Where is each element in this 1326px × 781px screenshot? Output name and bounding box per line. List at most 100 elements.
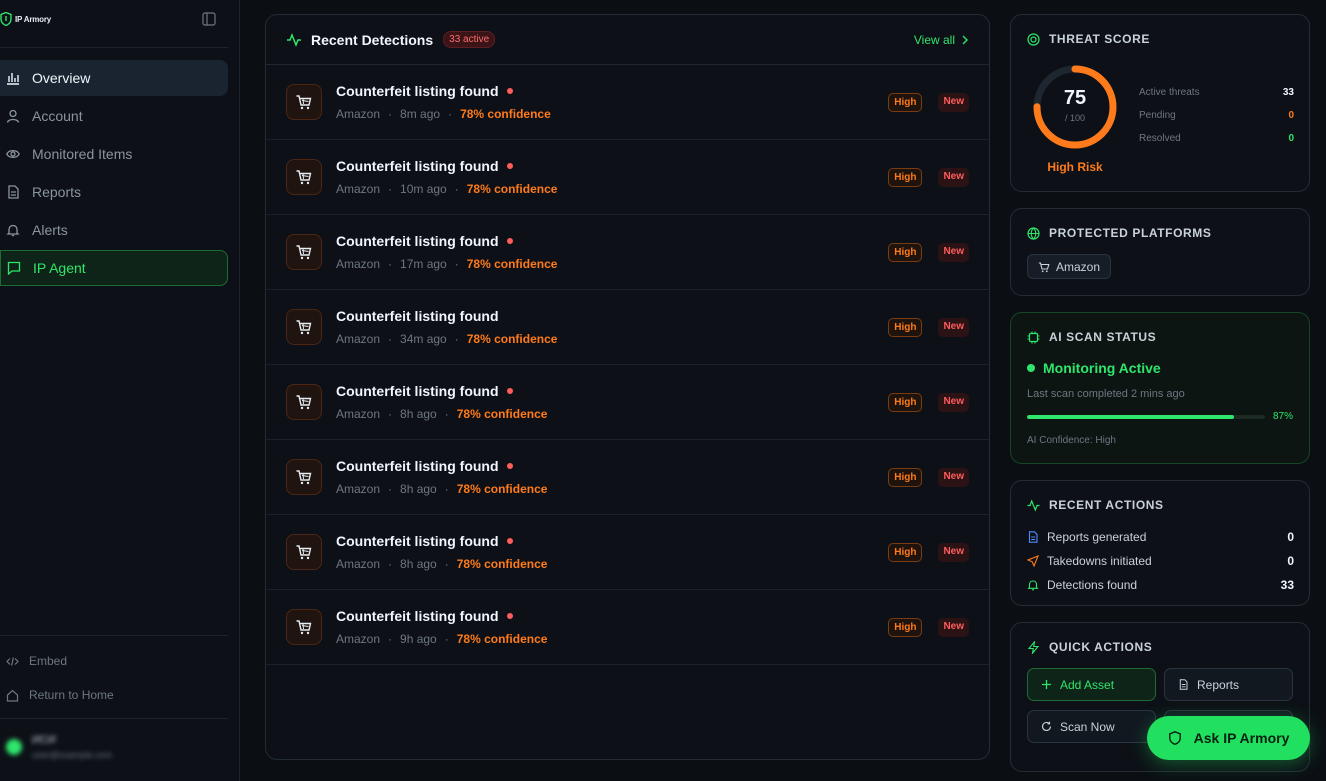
chevron-right-icon bbox=[962, 35, 968, 44]
shopping-cart-icon bbox=[296, 470, 312, 485]
separator-dot: · bbox=[454, 332, 459, 346]
brand-name: IP Armory bbox=[15, 14, 51, 24]
status-badge: New bbox=[938, 393, 969, 412]
sidebar-toggle-icon[interactable] bbox=[202, 12, 216, 26]
detection-title: Counterfeit listing found bbox=[336, 608, 499, 624]
code-icon bbox=[6, 656, 19, 666]
reports-button[interactable]: Reports bbox=[1164, 668, 1293, 701]
detection-meta: Amazon · 8h ago · 78% confidence bbox=[336, 407, 547, 421]
eye-icon bbox=[6, 149, 20, 159]
detection-confidence: 78% confidence bbox=[456, 632, 548, 646]
return-home-link[interactable]: Return to Home bbox=[0, 684, 228, 706]
platform-chip-amazon[interactable]: Amazon bbox=[1027, 254, 1112, 279]
active-count-badge: 33 active bbox=[443, 31, 496, 48]
stat-value: 33 bbox=[1282, 87, 1294, 98]
detection-row[interactable]: Counterfeit listing found Amazon · 17m a… bbox=[266, 215, 989, 290]
detection-icon-box bbox=[286, 459, 322, 495]
detection-title-line: Counterfeit listing found bbox=[336, 83, 551, 99]
scan-title: AI SCAN STATUS bbox=[1049, 330, 1157, 344]
unread-dot bbox=[506, 238, 513, 244]
add-asset-button[interactable]: Add Asset bbox=[1027, 668, 1156, 701]
detection-icon-box bbox=[286, 309, 322, 345]
unread-dot bbox=[506, 538, 513, 544]
separator-dot: · bbox=[448, 107, 453, 121]
avatar bbox=[6, 739, 22, 755]
detection-row[interactable]: Counterfeit listing found Amazon · 34m a… bbox=[266, 290, 989, 365]
detection-row[interactable]: Counterfeit listing found Amazon · 8h ag… bbox=[266, 365, 989, 440]
lightning-icon bbox=[1027, 640, 1040, 654]
detection-confidence: 78% confidence bbox=[466, 182, 558, 196]
threat-score-max: / 100 bbox=[1064, 113, 1086, 123]
detections-title: Recent Detections bbox=[311, 31, 434, 48]
sidebar-item-alerts[interactable]: Alerts bbox=[0, 212, 228, 248]
detection-title: Counterfeit listing found bbox=[336, 83, 499, 99]
detection-meta: Amazon · 17m ago · 78% confidence bbox=[336, 257, 557, 271]
detection-row[interactable]: Counterfeit listing found Amazon · 8h ag… bbox=[266, 515, 989, 590]
detection-meta: Amazon · 34m ago · 78% confidence bbox=[336, 332, 557, 346]
detection-confidence: 78% confidence bbox=[466, 332, 558, 346]
detection-icon-box bbox=[286, 234, 322, 270]
stat-label: Pending bbox=[1139, 110, 1176, 121]
action-detections-found: Detections found 33 bbox=[1027, 573, 1294, 597]
shopping-cart-icon bbox=[296, 395, 312, 410]
sidebar-item-account[interactable]: Account bbox=[0, 98, 228, 134]
detection-icon-box bbox=[286, 534, 322, 570]
view-all-link[interactable]: View all bbox=[914, 33, 969, 47]
ask-ip-armory-button[interactable]: Ask IP Armory bbox=[1147, 716, 1310, 760]
stat-value: 0 bbox=[1288, 110, 1294, 121]
detection-icon-box bbox=[286, 609, 322, 645]
return-home-label: Return to Home bbox=[29, 688, 114, 702]
detection-title: Counterfeit listing found bbox=[336, 233, 499, 249]
quick-actions-title: QUICK ACTIONS bbox=[1049, 640, 1153, 654]
detection-meta: Amazon · 8m ago · 78% confidence bbox=[336, 107, 551, 121]
send-icon bbox=[1027, 555, 1039, 567]
detection-meta: Amazon · 9h ago · 78% confidence bbox=[336, 632, 547, 646]
scan-now-button[interactable]: Scan Now bbox=[1027, 710, 1156, 743]
status-dot bbox=[1027, 364, 1035, 372]
unread-dot bbox=[506, 613, 513, 619]
stat-active-threats: Active threats 33 bbox=[1139, 87, 1294, 110]
detection-body: Counterfeit listing found Amazon · 34m a… bbox=[336, 308, 557, 346]
stat-label: Active threats bbox=[1139, 87, 1200, 98]
unread-dot bbox=[506, 388, 513, 394]
user-email: user@example.com bbox=[32, 750, 113, 760]
status-badge: New bbox=[938, 243, 969, 262]
document-icon bbox=[1028, 531, 1038, 543]
logo[interactable]: IP Armory bbox=[0, 10, 51, 28]
sidebar-item-ip-agent[interactable]: IP Agent bbox=[0, 250, 228, 286]
document-icon bbox=[1179, 679, 1188, 690]
detection-tags: High New bbox=[888, 93, 969, 112]
severity-badge: High bbox=[888, 543, 923, 562]
detection-title: Counterfeit listing found bbox=[336, 308, 499, 324]
shopping-cart-icon bbox=[296, 170, 312, 185]
sidebar-nav: Overview Account Monitored Items Reports… bbox=[0, 60, 228, 288]
action-label: Takedowns initiated bbox=[1047, 554, 1152, 568]
detection-row[interactable]: Counterfeit listing found Amazon · 8h ag… bbox=[266, 440, 989, 515]
sidebar-item-reports[interactable]: Reports bbox=[0, 174, 228, 210]
detection-icon-box bbox=[286, 84, 322, 120]
detection-tags: High New bbox=[888, 543, 969, 562]
detection-tags: High New bbox=[888, 393, 969, 412]
detections-list: Counterfeit listing found Amazon · 8m ag… bbox=[266, 65, 989, 665]
detection-row[interactable]: Counterfeit listing found Amazon · 10m a… bbox=[266, 140, 989, 215]
separator-dot: · bbox=[388, 332, 393, 346]
detection-row[interactable]: Counterfeit listing found Amazon · 8m ag… bbox=[266, 65, 989, 140]
shield-logo-icon bbox=[0, 12, 12, 26]
severity-badge: High bbox=[888, 393, 923, 412]
platforms-title: PROTECTED PLATFORMS bbox=[1049, 226, 1212, 240]
embed-link[interactable]: Embed bbox=[0, 650, 228, 672]
detection-title-line: Counterfeit listing found bbox=[336, 158, 557, 174]
sidebar-item-label: Monitored Items bbox=[32, 146, 133, 162]
detection-row[interactable]: Counterfeit listing found Amazon · 9h ag… bbox=[266, 590, 989, 665]
shopping-cart-icon bbox=[296, 620, 312, 635]
separator-dot: · bbox=[444, 557, 449, 571]
shopping-cart-icon bbox=[296, 545, 312, 560]
sidebar-item-monitored-items[interactable]: Monitored Items bbox=[0, 136, 228, 172]
action-value: 0 bbox=[1287, 530, 1294, 544]
status-badge: New bbox=[938, 618, 969, 637]
user-profile[interactable]: ИСИ user@example.com bbox=[6, 734, 112, 760]
button-label: Reports bbox=[1197, 677, 1240, 692]
sidebar-item-overview[interactable]: Overview bbox=[0, 60, 228, 96]
threat-score-card: THREAT SCORE 75 / 100 High Risk Active t… bbox=[1010, 14, 1310, 192]
shopping-cart-icon bbox=[296, 95, 312, 110]
